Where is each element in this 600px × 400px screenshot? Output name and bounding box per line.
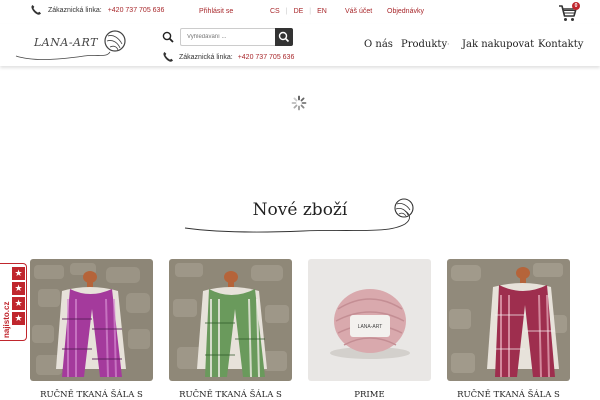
divider: | [309, 8, 312, 15]
nav-contacts[interactable]: Kontakty [538, 39, 583, 50]
account-link[interactable]: Váš účet [345, 8, 372, 15]
orders-link[interactable]: Objednávky [387, 8, 424, 15]
star-icon: ★ [12, 282, 25, 295]
section-title: Nové zboží [252, 200, 348, 220]
product-image[interactable] [30, 259, 153, 381]
divider: | [285, 8, 288, 15]
loading-spinner-icon [291, 95, 307, 111]
cart-count-badge: 0 [572, 2, 580, 10]
rating-badge-text: najisto.cz [2, 302, 11, 338]
product-name[interactable]: RUČNĚ TKANÁ ŠÁLA S [447, 390, 570, 400]
search-input[interactable] [180, 28, 276, 46]
logo-text: LANA-ART [34, 36, 98, 49]
product-image[interactable]: LANA-ART [308, 259, 431, 381]
star-icon: ★ [12, 297, 25, 310]
svg-text:LANA-ART: LANA-ART [358, 324, 383, 330]
lang-en[interactable]: EN [317, 8, 327, 15]
phone-number-link[interactable]: +420 737 705 636 [238, 54, 295, 61]
svg-text:najisto.cz: najisto.cz [2, 302, 11, 338]
product-name[interactable]: RUČNĚ TKANÁ ŠÁLA S [30, 390, 153, 400]
search-icon [162, 31, 174, 43]
product-image[interactable] [447, 259, 570, 381]
logo[interactable]: LANA-ART [14, 26, 129, 64]
phone-label: Zákaznická linka: [179, 53, 233, 61]
login-link[interactable]: Přihlásit se [199, 8, 233, 15]
star-icon: ★ [12, 267, 25, 280]
nav-about[interactable]: O nás [364, 39, 393, 50]
phone-icon [31, 5, 41, 15]
search-button[interactable] [275, 28, 293, 46]
star-icon: ★ [12, 312, 25, 325]
nav-separator: · [447, 40, 450, 49]
search-icon [278, 31, 290, 43]
top-phone: Zákaznická linka: +420 737 705 636 [30, 4, 164, 16]
product-card[interactable]: RUČNĚ TKANÁ ŠÁLA S [169, 259, 292, 400]
nav-products[interactable]: Produkty [401, 39, 447, 50]
cart-button[interactable]: 0 [558, 2, 580, 23]
phone-number-link[interactable]: +420 737 705 636 [108, 7, 165, 14]
top-bar: Zákaznická linka: +420 737 705 636 Přihl… [0, 0, 600, 24]
product-card[interactable]: RUČNĚ TKANÁ ŠÁLA S [447, 259, 570, 400]
rating-badge[interactable]: najisto.cz ★ ★ ★ ★ [0, 263, 27, 341]
phone-label: Zákaznická linka: [48, 6, 102, 14]
product-card[interactable]: LANA-ART PRIME [308, 259, 431, 400]
language-switch: CS | DE | EN [270, 8, 327, 15]
nav-how-to-buy[interactable]: Jak nakupovat [462, 39, 534, 50]
lang-de[interactable]: DE [294, 8, 304, 15]
product-name[interactable]: PRIME [308, 390, 431, 400]
rating-stars: ★ ★ ★ ★ [12, 267, 25, 327]
product-name[interactable]: RUČNĚ TKANÁ ŠÁLA S [169, 390, 292, 400]
phone-icon [163, 52, 173, 62]
product-image[interactable] [169, 259, 292, 381]
lang-cs[interactable]: CS [270, 8, 280, 15]
product-card[interactable]: RUČNĚ TKANÁ ŠÁLA S [30, 259, 153, 400]
header-phone: Zákaznická linka: +420 737 705 636 [162, 51, 294, 63]
main-header: LANA-ART Zákaznická linka: +420 737 705 … [0, 24, 600, 66]
